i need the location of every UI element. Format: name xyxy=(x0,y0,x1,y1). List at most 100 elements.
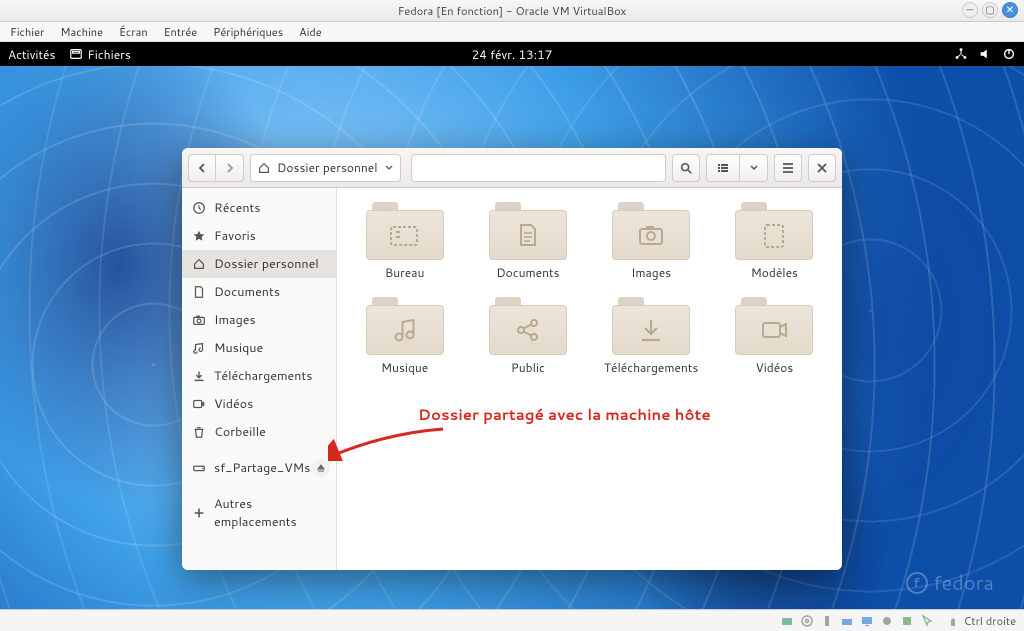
sidebar: Récents Favoris Dossier personnel Documents… xyxy=(182,188,337,570)
folder-vid-os[interactable]: Vidéos xyxy=(723,297,826,376)
vbox-title: Fedora [En fonction] - Oracle VM Virtual… xyxy=(398,3,627,19)
sidebar-item-images[interactable]: Images xyxy=(182,306,336,334)
doc-icon xyxy=(192,285,206,299)
vbox-menu-item[interactable]: Périphériques xyxy=(213,24,283,40)
sidebar-item-corbeille[interactable]: Corbeille xyxy=(182,418,336,446)
folder-icon xyxy=(489,297,567,355)
network-icon[interactable] xyxy=(954,47,968,61)
vbox-menu-item[interactable]: Machine xyxy=(60,24,103,40)
hamburger-icon xyxy=(781,161,795,175)
status-cpu-icon xyxy=(900,614,914,628)
sidebar-item-vid-os[interactable]: Vidéos xyxy=(182,390,336,418)
sidebar-item-label: Favoris xyxy=(214,227,256,245)
hamburger-button[interactable] xyxy=(774,154,802,182)
guest-desktop: Activités Fichiers 24 févr. 13:17 ffedor… xyxy=(0,42,1024,609)
status-usb-icon xyxy=(820,614,834,628)
status-disk-icon xyxy=(780,614,794,628)
download-icon xyxy=(192,369,206,383)
vbox-menubar: Fichier Machine Écran Entrée Périphériqu… xyxy=(0,22,1024,42)
back-button[interactable] xyxy=(188,154,216,182)
sidebar-item-label: Dossier personnel xyxy=(214,255,319,273)
vbox-menu-item[interactable]: Entrée xyxy=(164,24,198,40)
search-icon xyxy=(679,161,693,175)
power-icon[interactable] xyxy=(1002,47,1016,61)
vbox-statusbar: Ctrl droite xyxy=(0,609,1024,631)
folder-label: Musique xyxy=(381,359,428,376)
clock-icon xyxy=(192,201,206,215)
view-list-button[interactable] xyxy=(706,154,740,182)
vbox-menu-item[interactable]: Écran xyxy=(119,24,148,40)
sidebar-item-label: Images xyxy=(214,311,256,329)
clock[interactable]: 24 févr. 13:17 xyxy=(472,46,553,63)
sidebar-item-dossier-personnel[interactable]: Dossier personnel xyxy=(182,250,336,278)
sidebar-item-label: Téléchargements xyxy=(214,367,312,385)
sidebar-item-label: Documents xyxy=(214,283,280,301)
headerbar: Dossier personnel xyxy=(182,148,842,188)
sidebar-item-documents[interactable]: Documents xyxy=(182,278,336,306)
folder-t-l-chargements[interactable]: Téléchargements xyxy=(600,297,703,376)
drive-icon xyxy=(192,461,206,475)
annotation-text: Dossier partagé avec la machine hôte xyxy=(418,404,711,425)
view-dropdown-button[interactable] xyxy=(740,154,768,182)
files-app-icon xyxy=(69,47,83,61)
sidebar-item-label: Vidéos xyxy=(214,395,253,413)
video-icon xyxy=(192,397,206,411)
sidebar-item-label: Musique xyxy=(214,339,263,357)
forward-button[interactable] xyxy=(216,154,244,182)
sidebar-item-label: Récents xyxy=(214,199,260,217)
chevron-right-icon xyxy=(224,162,236,174)
activities-button[interactable]: Activités xyxy=(8,46,55,63)
vbox-titlebar: Fedora [En fonction] - Oracle VM Virtual… xyxy=(0,0,1024,22)
sidebar-item-sf-partage-vms[interactable]: sf_Partage_VMs xyxy=(182,454,336,482)
chevron-down-icon xyxy=(750,164,758,172)
sidebar-item-musique[interactable]: Musique xyxy=(182,334,336,362)
folder-images[interactable]: Images xyxy=(600,202,703,281)
folder-public[interactable]: Public xyxy=(476,297,579,376)
home-icon xyxy=(192,257,206,271)
current-app[interactable]: Fichiers xyxy=(69,46,130,63)
close-window-button[interactable] xyxy=(808,154,836,182)
location-entry[interactable] xyxy=(411,154,666,182)
fedora-watermark: ffedora xyxy=(906,569,994,597)
folder-mod-les[interactable]: Modèles xyxy=(723,202,826,281)
sidebar-item-r-cents[interactable]: Récents xyxy=(182,194,336,222)
list-icon xyxy=(717,162,729,174)
sidebar-item-favoris[interactable]: Favoris xyxy=(182,222,336,250)
status-optical-icon xyxy=(800,614,814,628)
chevron-left-icon xyxy=(196,162,208,174)
camera-icon xyxy=(192,313,206,327)
vbox-menu-item[interactable]: Fichier xyxy=(10,24,44,40)
sidebar-item-label: sf_Partage_VMs xyxy=(214,459,310,477)
folder-view[interactable]: Bureau Documents Images Modèles Musique Publi… xyxy=(337,188,842,570)
vbox-minimize-button[interactable]: — xyxy=(962,2,978,18)
eject-button[interactable] xyxy=(312,459,330,477)
vbox-close-button[interactable]: ✕ xyxy=(1002,2,1018,18)
volume-icon[interactable] xyxy=(978,47,992,61)
folder-musique[interactable]: Musique xyxy=(353,297,456,376)
vbox-menu-item[interactable]: Aide xyxy=(299,24,322,40)
folder-icon xyxy=(489,202,567,260)
sidebar-item-t-l-chargements[interactable]: Téléchargements xyxy=(182,362,336,390)
folder-icon xyxy=(612,297,690,355)
folder-icon xyxy=(366,297,444,355)
search-button[interactable] xyxy=(672,154,700,182)
home-icon xyxy=(257,161,271,175)
path-label: Dossier personnel xyxy=(277,159,378,176)
sidebar-item-autres-emplacements[interactable]: Autres emplacements xyxy=(182,490,336,536)
plus-icon xyxy=(192,506,206,520)
folder-bureau[interactable]: Bureau xyxy=(353,202,456,281)
folder-label: Public xyxy=(511,359,545,376)
folder-documents[interactable]: Documents xyxy=(476,202,579,281)
status-shared-icon xyxy=(840,614,854,628)
sidebar-item-label: Autres emplacements xyxy=(214,495,326,531)
folder-label: Documents xyxy=(496,264,559,281)
gnome-topbar: Activités Fichiers 24 févr. 13:17 xyxy=(0,42,1024,66)
folder-icon xyxy=(735,202,813,260)
host-key-indicator: Ctrl droite xyxy=(946,613,1016,629)
vbox-maximize-button[interactable]: ▢ xyxy=(982,2,998,18)
pathbar[interactable]: Dossier personnel xyxy=(250,154,401,182)
folder-label: Modèles xyxy=(751,264,798,281)
current-app-label: Fichiers xyxy=(87,46,130,63)
folder-label: Vidéos xyxy=(756,359,794,376)
music-icon xyxy=(192,341,206,355)
